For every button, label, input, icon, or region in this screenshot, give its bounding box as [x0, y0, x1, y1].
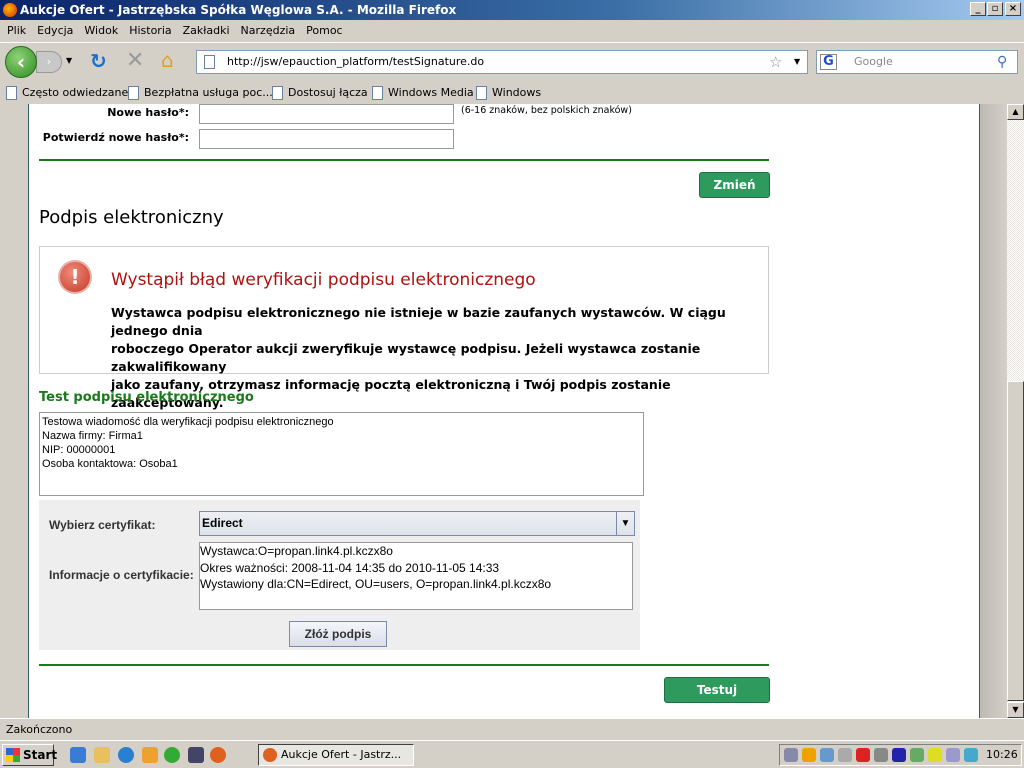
- tray-icon[interactable]: [856, 748, 870, 762]
- stop-icon[interactable]: ✕: [126, 48, 144, 73]
- cert-info-label: Informacje o certyfikacie:: [49, 568, 194, 582]
- quicklaunch-icon[interactable]: [70, 747, 86, 763]
- test-button[interactable]: Testuj: [664, 677, 770, 703]
- divider: [39, 664, 769, 666]
- home-icon[interactable]: ⌂: [161, 48, 174, 72]
- menu-widok[interactable]: Widok: [84, 24, 118, 37]
- page-icon: [128, 86, 139, 100]
- url-bar[interactable]: http://jsw/epauction_platform/testSignat…: [196, 50, 808, 74]
- firefox-icon: [263, 748, 277, 762]
- cert-select[interactable]: Edirect ▼: [199, 511, 635, 536]
- page-gutter-left: [0, 104, 28, 718]
- minimize-button[interactable]: _: [970, 2, 986, 16]
- window-title: Aukcje Ofert - Jastrzębska Spółka Węglow…: [20, 3, 457, 17]
- search-placeholder: Google: [854, 55, 893, 68]
- tray-icon[interactable]: [910, 748, 924, 762]
- folder-icon[interactable]: [94, 747, 110, 763]
- menu-edycja[interactable]: Edycja: [37, 24, 73, 37]
- page-icon: [204, 55, 215, 69]
- page-icon: [476, 86, 487, 100]
- volume-icon[interactable]: [874, 748, 888, 762]
- url-dropdown-icon[interactable]: ▼: [794, 51, 800, 73]
- chevron-down-icon[interactable]: ▼: [616, 512, 634, 535]
- page-content: Nowe hasło*: (6-16 znaków, bez polskich …: [28, 104, 980, 718]
- bookmarks-toolbar: Często odwiedzane Bezpłatna usługa poc..…: [0, 82, 1024, 104]
- menu-zakladki[interactable]: Zakładki: [183, 24, 230, 37]
- confirm-password-input[interactable]: [199, 129, 454, 149]
- confirm-password-label: Potwierdź nowe hasło*:: [42, 131, 189, 144]
- change-password-button[interactable]: Zmień: [699, 172, 770, 198]
- menu-plik[interactable]: Plik: [7, 24, 26, 37]
- forward-button[interactable]: ›: [36, 51, 62, 73]
- firefox-icon: [3, 3, 17, 17]
- firefox-icon[interactable]: [210, 747, 226, 763]
- scroll-down-button[interactable]: ▼: [1007, 702, 1024, 718]
- menu-historia[interactable]: Historia: [129, 24, 171, 37]
- page-icon: [272, 86, 283, 100]
- navigation-toolbar: › ‹ ▼ ↻ ✕ ⌂ http://jsw/epauction_platfor…: [0, 42, 1024, 80]
- quicklaunch-icon[interactable]: [188, 747, 204, 763]
- error-title: Wystąpił błąd weryfikacji podpisu elektr…: [111, 270, 536, 290]
- tray-icon[interactable]: [802, 748, 816, 762]
- system-tray: 10:26: [779, 744, 1022, 766]
- maximize-button[interactable]: ▫: [987, 2, 1003, 16]
- sign-button[interactable]: Złóż podpis: [289, 621, 387, 647]
- menu-pomoc[interactable]: Pomoc: [306, 24, 342, 37]
- cert-info-textarea[interactable]: Wystawca:O=propan.link4.pl.kczx8o Okres w…: [199, 542, 633, 610]
- google-icon[interactable]: G: [820, 54, 837, 70]
- password-hint: (6-16 znaków, bez polskich znaków): [461, 105, 632, 116]
- bookmark-item[interactable]: Często odwiedzane: [4, 82, 128, 104]
- vertical-scrollbar[interactable]: ▲ ▼: [1007, 104, 1024, 718]
- reload-icon[interactable]: ↻: [90, 49, 107, 73]
- page-icon: [372, 86, 383, 100]
- test-heading: Test podpisu elektronicznego: [39, 390, 254, 405]
- bookmark-star-icon[interactable]: ☆: [769, 51, 782, 73]
- windows-logo-icon: [6, 748, 20, 762]
- taskbar-firefox-window[interactable]: Aukcje Ofert - Jastrz...: [258, 744, 414, 766]
- internet-explorer-icon[interactable]: [118, 747, 134, 763]
- bookmark-item[interactable]: Bezpłatna usługa poc...: [126, 82, 273, 104]
- scroll-up-button[interactable]: ▲: [1007, 104, 1024, 120]
- bookmark-item[interactable]: Windows: [474, 82, 541, 104]
- error-icon: !: [58, 260, 92, 294]
- test-message-textarea[interactable]: Testowa wiadomość dla weryfikacji podpis…: [39, 412, 644, 496]
- search-icon[interactable]: ⚲: [997, 51, 1007, 73]
- divider: [39, 159, 769, 161]
- bluetooth-icon[interactable]: [892, 748, 906, 762]
- start-button[interactable]: Start: [2, 744, 57, 766]
- scrollbar-thumb[interactable]: [1007, 381, 1024, 701]
- url-text: http://jsw/epauction_platform/testSignat…: [227, 55, 485, 68]
- back-button[interactable]: ‹: [5, 46, 37, 78]
- error-box: ! Wystąpił błąd weryfikacji podpisu elek…: [39, 246, 769, 410]
- bookmark-item[interactable]: Dostosuj łącza: [270, 82, 368, 104]
- new-password-label: Nowe hasło*:: [107, 106, 189, 119]
- media-player-icon[interactable]: [164, 747, 180, 763]
- clock[interactable]: 10:26: [986, 745, 1018, 765]
- title-bar: Aukcje Ofert - Jastrzębska Spółka Węglow…: [0, 0, 1024, 20]
- menu-bar: Plik Edycja Widok Historia Zakładki Narzędzia…: [0, 20, 1024, 42]
- page-gutter-right: [980, 104, 1007, 718]
- signature-applet: Wybierz certyfikat: Edirect ▼ Informacje…: [39, 500, 640, 650]
- tray-icon[interactable]: [784, 748, 798, 762]
- menu-narzedzia[interactable]: Narzędzia: [241, 24, 296, 37]
- tray-icon[interactable]: [838, 748, 852, 762]
- search-input[interactable]: G Google ⚲: [816, 50, 1018, 74]
- close-button[interactable]: ×: [1005, 2, 1021, 16]
- tray-icon[interactable]: [964, 748, 978, 762]
- tray-icon[interactable]: [928, 748, 942, 762]
- bookmark-folder-icon: [6, 86, 17, 100]
- quicklaunch-icon[interactable]: [142, 747, 158, 763]
- section-heading: Podpis elektroniczny: [39, 207, 224, 228]
- taskbar: Start Aukcje Ofert - Jastrz... 10:26: [0, 740, 1024, 768]
- new-password-input[interactable]: [199, 104, 454, 124]
- tray-icon[interactable]: [946, 748, 960, 762]
- status-text: Zakończono: [6, 723, 73, 736]
- history-dropdown-icon[interactable]: ▼: [66, 56, 72, 65]
- status-bar: Zakończono: [0, 718, 1024, 740]
- network-icon[interactable]: [820, 748, 834, 762]
- bookmark-item[interactable]: Windows Media: [370, 82, 474, 104]
- cert-label: Wybierz certyfikat:: [49, 518, 156, 532]
